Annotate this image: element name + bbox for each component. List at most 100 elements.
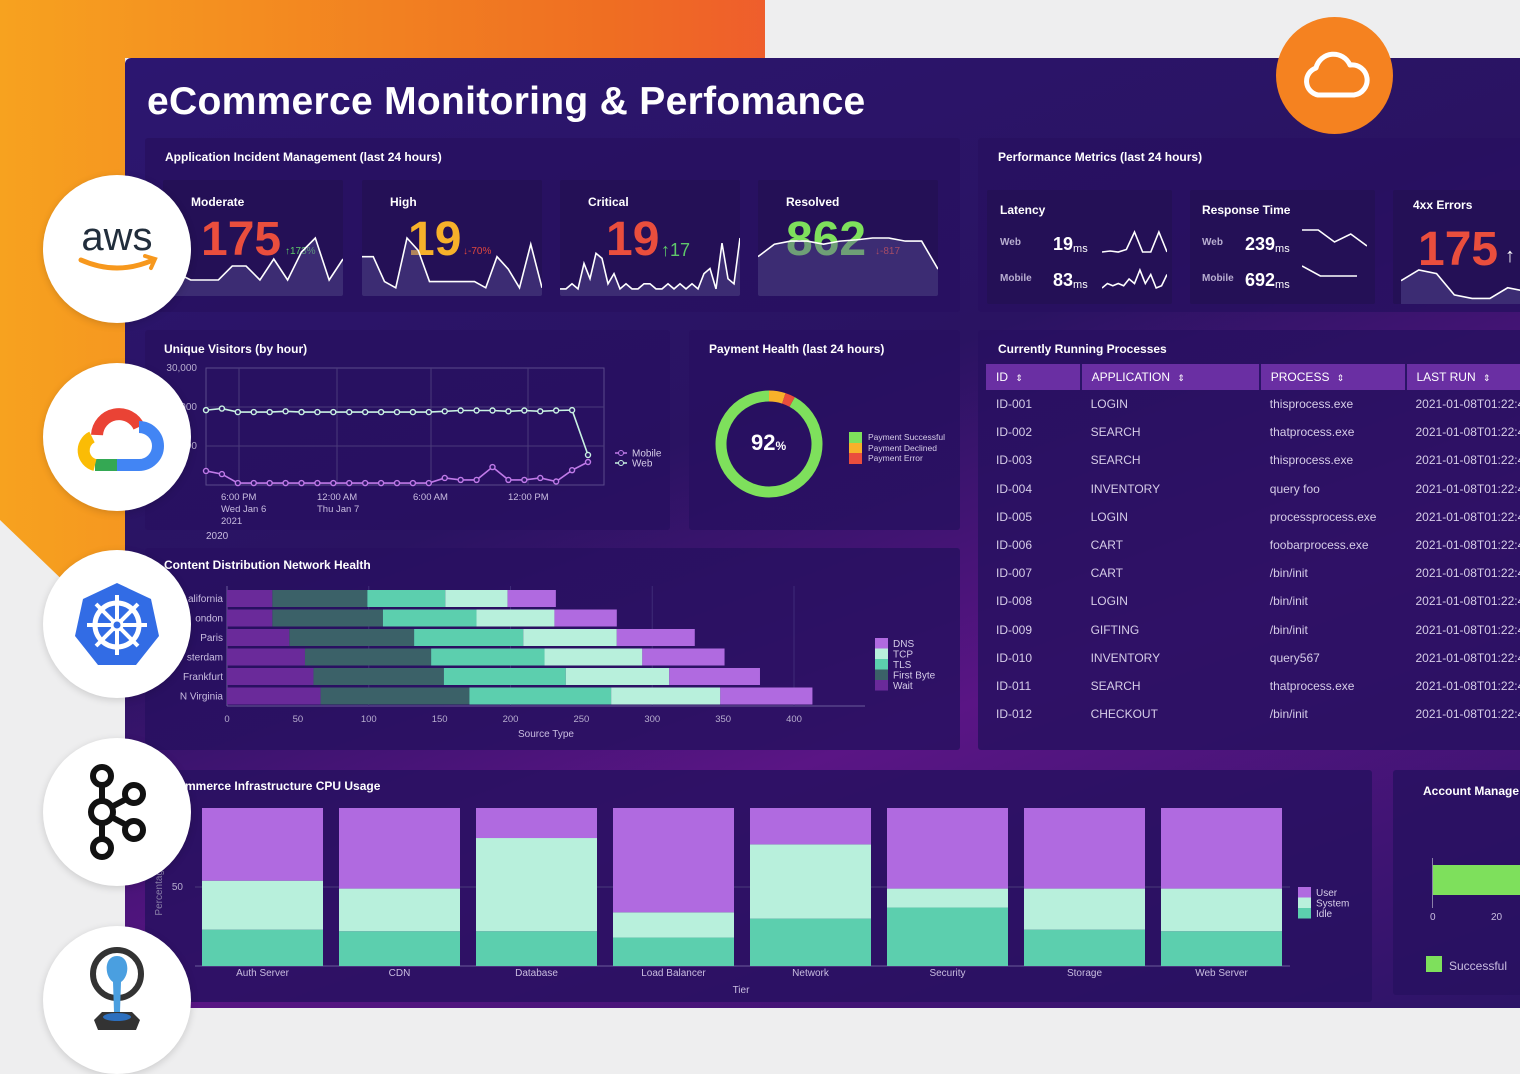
account-management-panel: Account Manage 0 20 Successful	[1393, 770, 1520, 995]
payment-health-panel: Payment Health (last 24 hours) 92% Payme…	[689, 330, 960, 530]
x-axis-label: Source Type	[518, 729, 574, 740]
web-value: 239ms	[1245, 234, 1290, 255]
table-cell: ID-004	[986, 475, 1081, 503]
web-point	[283, 409, 288, 414]
svg-text:aws: aws	[81, 215, 152, 259]
bar-first-byte	[321, 688, 470, 705]
table-row[interactable]: ID-012CHECKOUT/bin/init2021-01-08T01:22:…	[986, 700, 1520, 728]
sparkline-line	[362, 238, 542, 288]
table-cell: 2021-01-08T01:22:4	[1406, 446, 1520, 474]
table-cell: ID-006	[986, 531, 1081, 559]
x-tick-label: 2021	[221, 516, 242, 527]
card-label: Latency	[1000, 203, 1045, 217]
x-tick: 0	[1430, 912, 1436, 923]
legend-swatch	[875, 649, 888, 660]
table-row[interactable]: ID-008LOGIN/bin/init2021-01-08T01:22:4	[986, 587, 1520, 615]
table-row[interactable]: ID-009GIFTING/bin/init2021-01-08T01:22:4	[986, 616, 1520, 644]
cdn-bar-chart: 050100150200250300350400Source Typealifo…	[145, 548, 960, 750]
table-row[interactable]: ID-011SEARCHthatprocess.exe2021-01-08T01…	[986, 672, 1520, 700]
bar-first-byte	[305, 649, 431, 666]
table-row[interactable]: ID-006CARTfoobarprocess.exe2021-01-08T01…	[986, 531, 1520, 559]
table-cell: 2021-01-08T01:22:4	[1406, 475, 1520, 503]
column-header-process[interactable]: PROCESS ⇕	[1260, 364, 1406, 390]
legend-swatch	[849, 443, 862, 454]
x-tick-label: 100	[361, 714, 377, 725]
table-cell: query567	[1260, 644, 1406, 672]
column-header-last-run[interactable]: LAST RUN ⇕	[1406, 364, 1520, 390]
plot-frame	[206, 368, 604, 485]
sort-icon[interactable]: ⇕	[1483, 373, 1491, 383]
bar-idle	[613, 938, 734, 966]
payment-donut-chart	[689, 330, 960, 530]
successful-bar	[1433, 865, 1520, 895]
web-point	[442, 409, 447, 414]
bar-idle	[1161, 931, 1282, 966]
x-tick-label: 12:00 AM	[317, 492, 357, 503]
card-label: 4xx Errors	[1413, 198, 1472, 212]
web-point	[474, 408, 479, 413]
legend-item: Payment Declined	[849, 443, 945, 454]
legend-label: DNS	[893, 639, 914, 650]
bar-system	[202, 881, 323, 930]
kafka-logo	[43, 738, 191, 886]
bar-first-byte	[272, 590, 367, 607]
mobile-point	[554, 479, 559, 484]
legend-item: Payment Error	[849, 453, 945, 464]
table-row[interactable]: ID-001LOGINthisprocess.exe2021-01-08T01:…	[986, 390, 1520, 418]
table-cell: /bin/init	[1260, 700, 1406, 728]
web-point	[299, 410, 304, 415]
table-cell: thisprocess.exe	[1260, 446, 1406, 474]
sparkline-area	[758, 238, 938, 296]
web-point	[251, 410, 256, 415]
category-label: Auth Server	[236, 968, 289, 979]
category-label: Web Server	[1195, 968, 1248, 979]
mobile-point	[426, 481, 431, 486]
table-cell: thisprocess.exe	[1260, 390, 1406, 418]
mobile-point	[363, 481, 368, 486]
kubernetes-icon	[72, 579, 162, 669]
bar-wait	[227, 590, 272, 607]
bar-tls	[367, 590, 445, 607]
table-cell: CHECKOUT	[1081, 700, 1260, 728]
table-row[interactable]: ID-002SEARCHthatprocess.exe2021-01-08T01…	[986, 418, 1520, 446]
table-row[interactable]: ID-004INVENTORYquery foo2021-01-08T01:22…	[986, 475, 1520, 503]
sort-icon[interactable]: ⇕	[1337, 373, 1345, 383]
web-point	[426, 410, 431, 415]
year-label: 2020	[206, 531, 229, 542]
bar-wait	[227, 629, 289, 646]
table-row[interactable]: ID-003SEARCHthisprocess.exe2021-01-08T01…	[986, 446, 1520, 474]
mobile-point	[586, 459, 591, 464]
table-cell: 2021-01-08T01:22:4	[1406, 672, 1520, 700]
sort-icon[interactable]: ⇕	[1015, 373, 1023, 383]
column-header-application[interactable]: APPLICATION ⇕	[1081, 364, 1260, 390]
table-cell: 2021-01-08T01:22:4	[1406, 616, 1520, 644]
table-row[interactable]: ID-005LOGINprocessprocess.exe2021-01-08T…	[986, 503, 1520, 531]
legend-item: Payment Successful	[849, 432, 945, 443]
table-cell: ID-011	[986, 672, 1081, 700]
bar-tls	[414, 629, 523, 646]
legend-label: Payment Declined	[868, 443, 937, 453]
column-label: APPLICATION	[1092, 370, 1170, 384]
card-label: Resolved	[786, 195, 839, 209]
table-row[interactable]: ID-007CART/bin/init2021-01-08T01:22:4	[986, 559, 1520, 587]
bar-tcp	[476, 610, 554, 627]
table-cell: LOGIN	[1081, 390, 1260, 418]
legend-label: Successful	[1449, 959, 1507, 973]
table-row[interactable]: ID-010INVENTORYquery5672021-01-08T01:22:…	[986, 644, 1520, 672]
column-header-id[interactable]: ID ⇕	[986, 364, 1081, 390]
category-label: ondon	[195, 614, 223, 625]
bar-dns	[508, 590, 556, 607]
errors-delta: ↑	[1505, 246, 1515, 266]
4xx-errors-card: 4xx Errors 175 ↑	[1393, 190, 1520, 304]
sort-icon[interactable]: ⇕	[1177, 373, 1185, 383]
x-axis-label: Tier	[733, 985, 751, 996]
x-tick-label: 0	[224, 714, 229, 725]
donut-slice-payment-declined	[769, 396, 784, 398]
legend-label: Idle	[1316, 909, 1333, 920]
table-cell: SEARCH	[1081, 418, 1260, 446]
bar-dns	[554, 610, 616, 627]
category-label: Security	[929, 968, 965, 979]
sparkline-line	[1302, 266, 1357, 276]
x-tick-label: 300	[644, 714, 660, 725]
web-sparkline	[1302, 228, 1367, 248]
